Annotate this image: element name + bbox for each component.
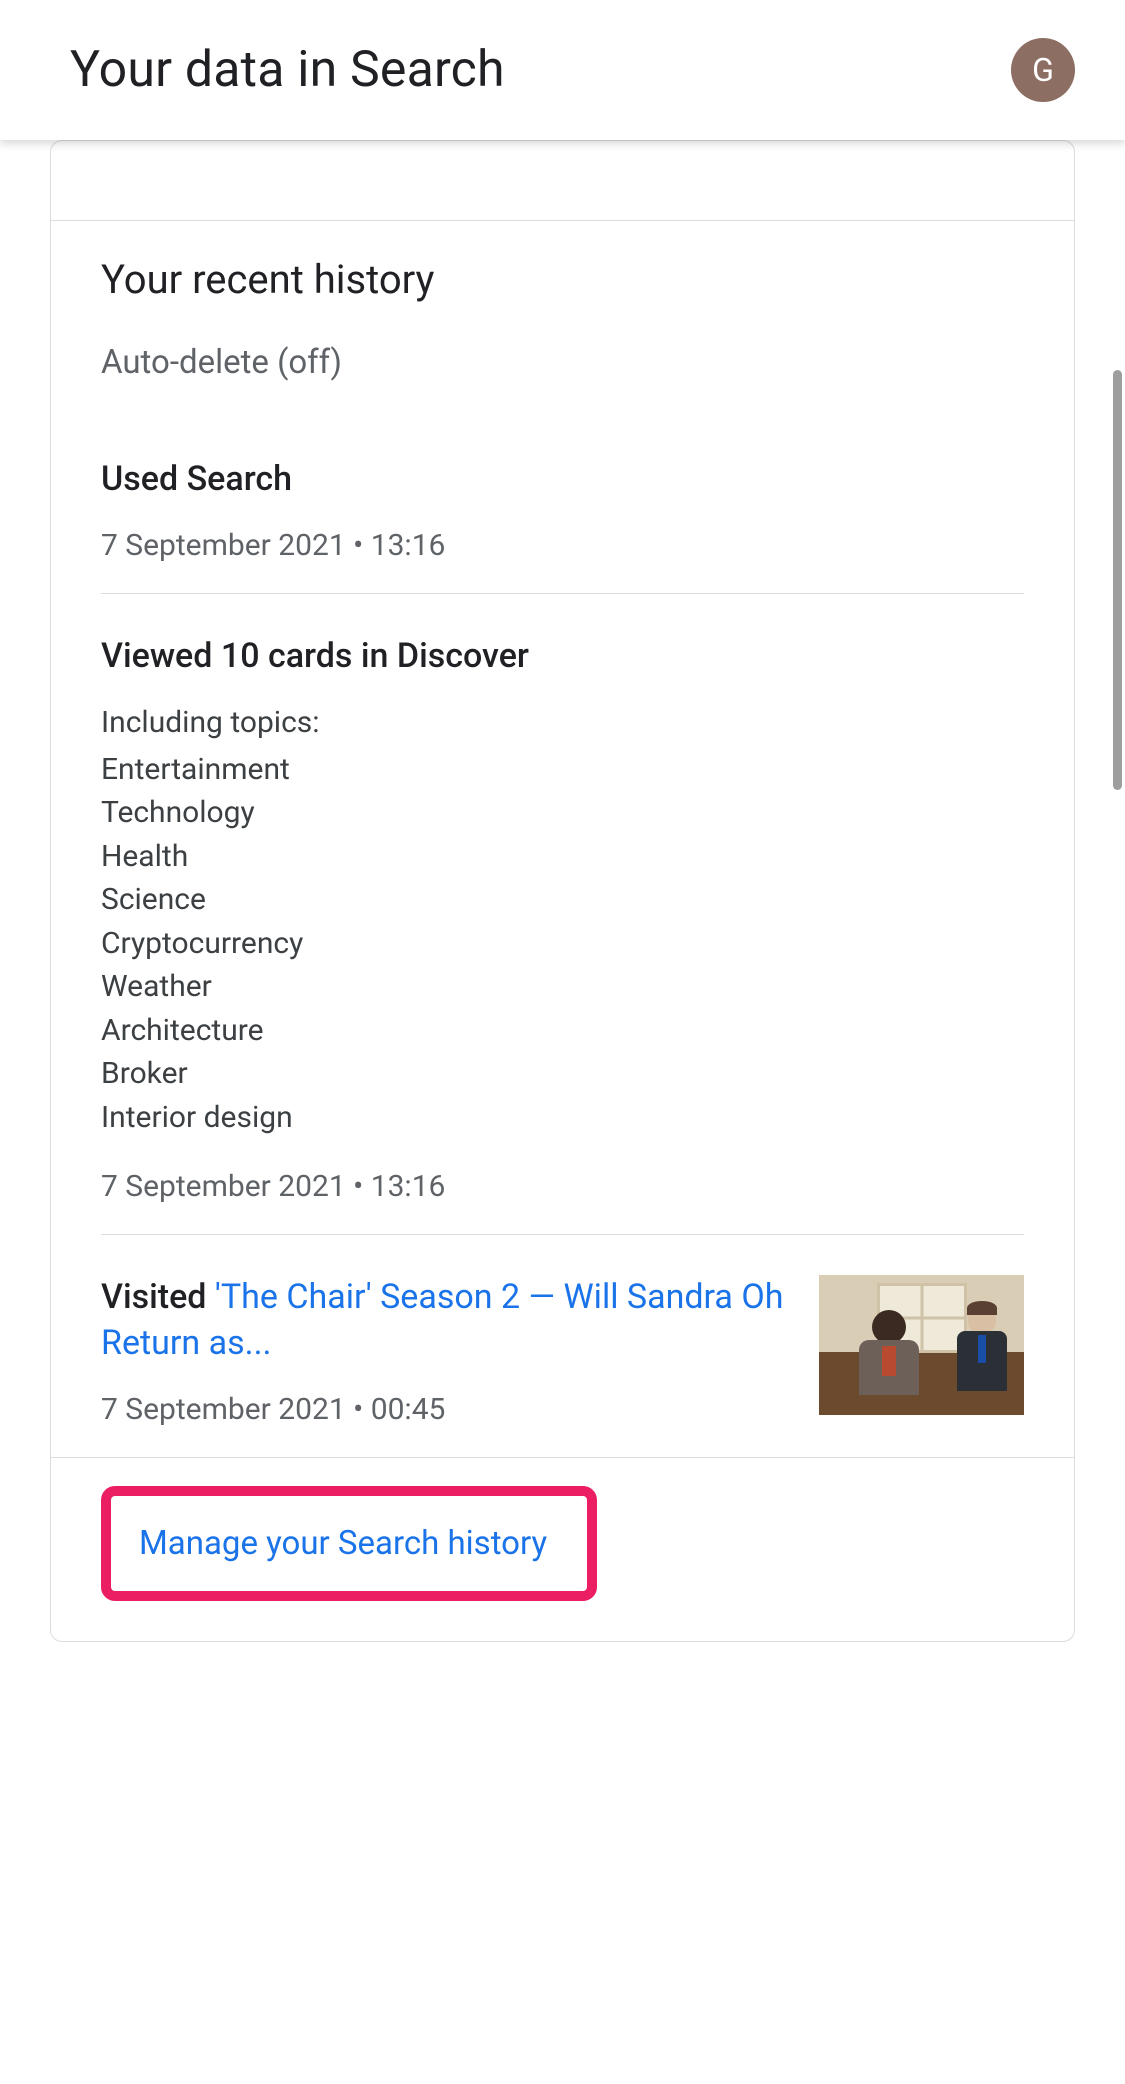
history-card: Your recent history Auto-delete (off) Us… — [50, 140, 1075, 1642]
app-header: Your data in Search G — [0, 0, 1125, 140]
annotation-highlight: Manage your Search history — [101, 1486, 597, 1601]
topic: Entertainment — [101, 748, 1024, 792]
scrollbar-indicator[interactable] — [1113, 370, 1122, 790]
history-item-timestamp: 7 September 2021 • 13:16 — [101, 1169, 1024, 1204]
page-title: Your data in Search — [70, 41, 505, 99]
history-item-timestamp: 7 September 2021 • 00:45 — [101, 1392, 789, 1427]
recent-history-heading: Your recent history — [101, 256, 1024, 303]
topic: Technology — [101, 791, 1024, 835]
manage-search-history-link[interactable]: Manage your Search history — [139, 1524, 547, 1563]
topic: Broker — [101, 1052, 1024, 1096]
history-item[interactable]: Visited 'The Chair' Season 2 — Will Sand… — [101, 1234, 1024, 1457]
topic: Interior design — [101, 1096, 1024, 1140]
card-footer: Manage your Search history — [51, 1457, 1074, 1641]
history-item-title: Used Search — [101, 457, 1024, 503]
topic: Architecture — [101, 1009, 1024, 1053]
topic: Cryptocurrency — [101, 922, 1024, 966]
topics-intro: Including topics: — [101, 705, 1024, 740]
topic: Weather — [101, 965, 1024, 1009]
topics-list: Entertainment Technology Health Science … — [101, 748, 1024, 1140]
history-item-title: Visited 'The Chair' Season 2 — Will Sand… — [101, 1275, 789, 1367]
visited-prefix: Visited — [101, 1277, 215, 1317]
history-item-title: Viewed 10 cards in Discover — [101, 634, 1024, 680]
history-item[interactable]: Viewed 10 cards in Discover Including to… — [101, 593, 1024, 1234]
topic: Science — [101, 878, 1024, 922]
card-top-divider — [51, 141, 1074, 221]
history-item-timestamp: 7 September 2021 • 13:16 — [101, 528, 1024, 563]
account-avatar[interactable]: G — [1011, 38, 1075, 102]
topic: Health — [101, 835, 1024, 879]
history-item-thumbnail — [819, 1275, 1024, 1415]
auto-delete-status[interactable]: Auto-delete (off) — [101, 343, 1024, 382]
history-item[interactable]: Used Search 7 September 2021 • 13:16 — [51, 432, 1074, 593]
